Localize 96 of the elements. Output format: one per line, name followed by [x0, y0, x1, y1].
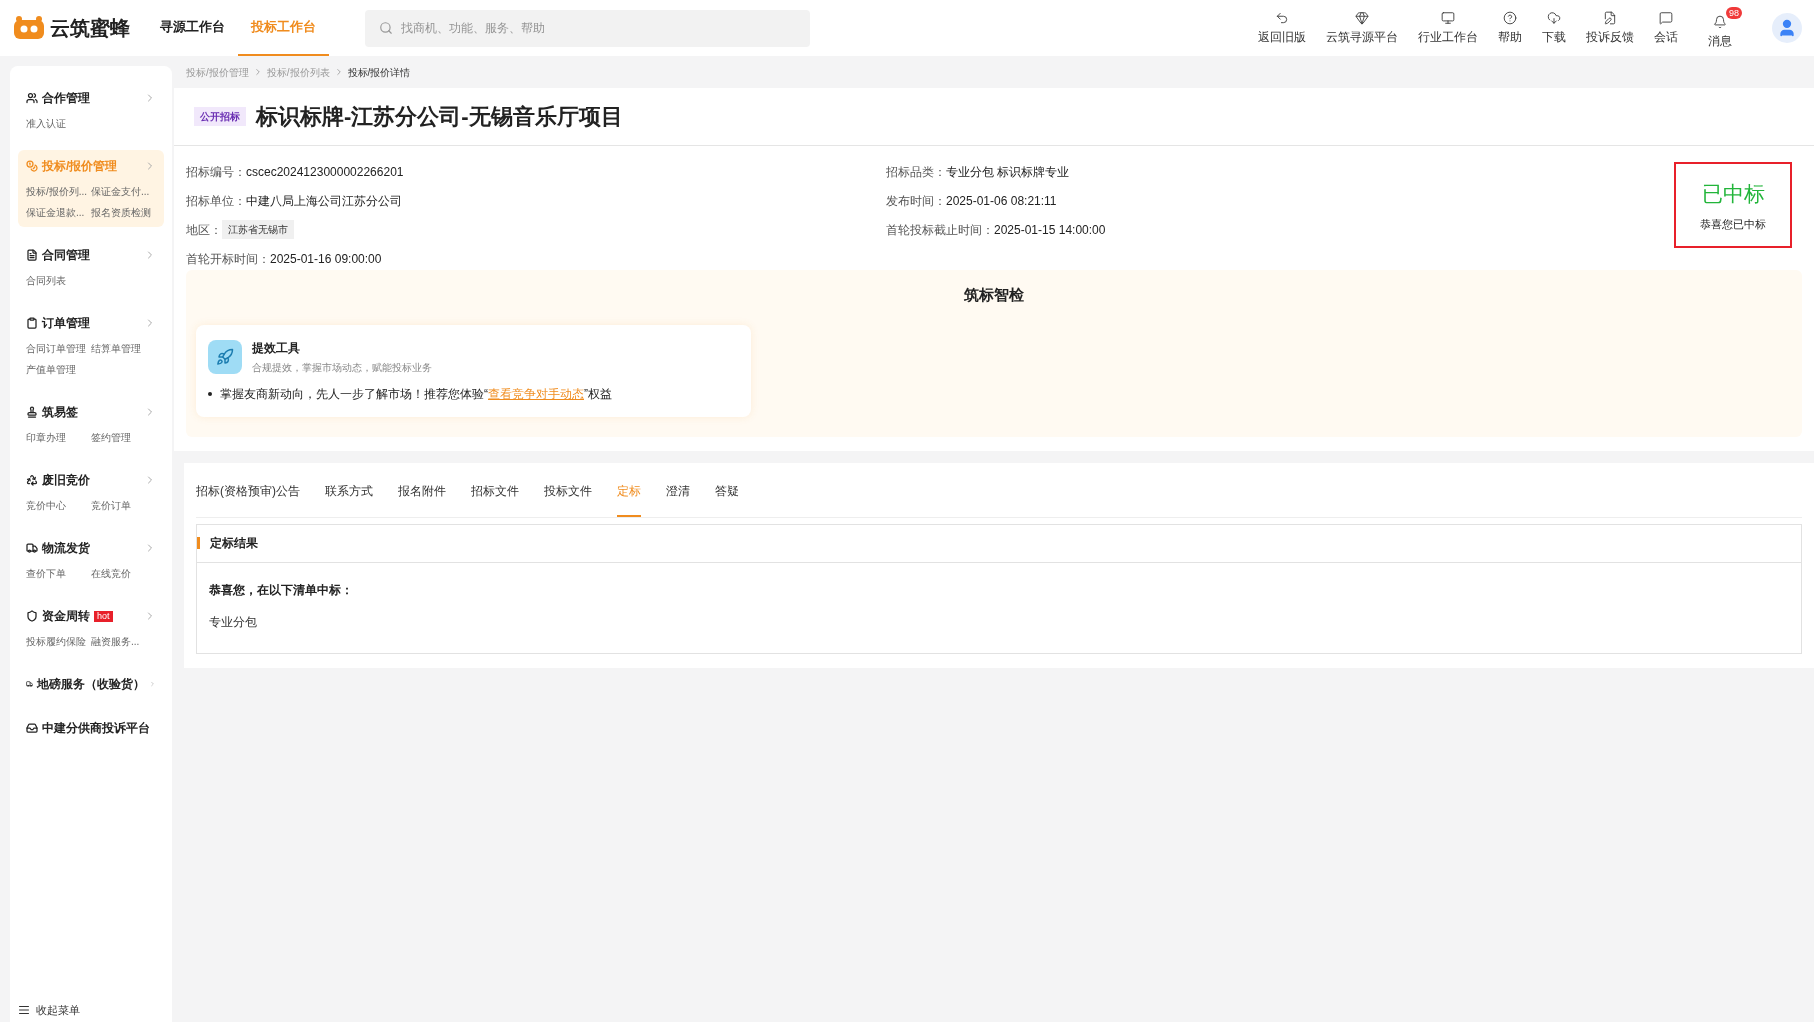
- document-edit-icon: [1603, 10, 1617, 25]
- result-item: 专业分包: [209, 613, 258, 631]
- count-badge: 98: [1726, 6, 1742, 19]
- field-value: cscec2024123000002266201: [246, 163, 404, 181]
- menu-link[interactable]: 印章办理: [26, 430, 91, 445]
- menu-title[interactable]: 废旧竞价: [42, 471, 90, 489]
- search-field[interactable]: 找商机、功能、服务、帮助: [365, 9, 810, 47]
- field-value: 中建八局上海公司江苏分公司: [246, 192, 402, 210]
- menu-link[interactable]: 准入认证: [26, 116, 91, 131]
- menu-link[interactable]: 合同订单管理: [26, 341, 91, 356]
- menu-title[interactable]: 地磅服务（收验货）: [37, 675, 145, 693]
- award-message: 恭喜您已中标: [1700, 216, 1766, 232]
- field-label: 地区：: [186, 221, 222, 239]
- tab[interactable]: 联系方式: [325, 462, 373, 517]
- toolbar-button[interactable]: 帮助: [1498, 10, 1522, 46]
- field-label: 招标品类：: [886, 163, 946, 181]
- check-title: 筑标智检: [963, 285, 1025, 305]
- menu-title[interactable]: 中建分供商投诉平台: [42, 719, 150, 737]
- download-icon: [1547, 10, 1561, 25]
- toolbar-button[interactable]: 下载: [1542, 10, 1566, 46]
- menu-link[interactable]: 竞价订单: [91, 498, 156, 513]
- toolbar-button[interactable]: 云筑寻源平台: [1326, 10, 1398, 46]
- field-label: 首轮开标时间：: [186, 250, 270, 268]
- menu-link[interactable]: 合同列表: [26, 273, 91, 288]
- diamond-icon: [1355, 10, 1369, 25]
- hot-badge: hot: [94, 610, 113, 622]
- menu-link[interactable]: 报名资质检测: [91, 205, 156, 220]
- collapse-menu-link[interactable]: 收起菜单: [36, 1001, 80, 1018]
- nav-tab[interactable]: 寻源工作台: [147, 0, 238, 56]
- menu-link[interactable]: 查价下单: [26, 566, 91, 581]
- menu-title[interactable]: 合同管理: [42, 246, 90, 264]
- stamp-icon: [26, 406, 38, 418]
- tab[interactable]: 招标(资格预审)公告: [196, 462, 300, 517]
- avatar-icon[interactable]: [1772, 13, 1802, 43]
- document-icon: [26, 249, 38, 261]
- coins-icon: [26, 160, 38, 172]
- rocket-icon: [208, 339, 242, 374]
- shield-icon: [26, 610, 38, 622]
- toolbar-button[interactable]: 投诉反馈: [1586, 10, 1634, 46]
- field-value: 专业分包 标识标牌专业: [946, 163, 1070, 181]
- inbox-icon: [26, 722, 38, 734]
- menu-link[interactable]: 投标/报价列...: [26, 184, 91, 199]
- menu-link[interactable]: 在线竞价: [91, 566, 156, 581]
- menu-title[interactable]: 合作管理: [42, 89, 90, 107]
- toolbar-button[interactable]: 返回旧版: [1258, 10, 1306, 46]
- monitor-icon: [1441, 10, 1455, 25]
- field-value: 2025-01-15 14:00:00: [994, 221, 1106, 239]
- tab[interactable]: 投标文件: [544, 462, 592, 517]
- award-status: 已中标: [1701, 181, 1765, 207]
- region-chip: 江苏省无锡市: [222, 220, 294, 239]
- menu-link[interactable]: 签约管理: [91, 430, 156, 445]
- tool-subtitle: 合规提效，掌握市场动态，赋能投标业务: [252, 360, 432, 375]
- field-value: 2025-01-06 08:21:11: [946, 192, 1057, 210]
- truck-icon: [26, 542, 38, 554]
- menu-icon: [18, 1003, 30, 1016]
- recycle-icon: [26, 474, 38, 486]
- breadcrumb-link[interactable]: 投标/报价详情: [347, 64, 411, 80]
- undo-icon: [1275, 10, 1289, 25]
- tab[interactable]: 答疑: [715, 462, 739, 517]
- menu-title[interactable]: 订单管理: [42, 314, 90, 332]
- menu-link[interactable]: 结算单管理: [91, 341, 156, 356]
- people-icon: [26, 92, 38, 104]
- menu-link[interactable]: 投标履约保险: [26, 634, 91, 649]
- field-label: 首轮投标截止时间：: [886, 221, 994, 239]
- tab[interactable]: 澄清: [666, 462, 690, 517]
- clipboard-icon: [26, 317, 38, 329]
- menu-title[interactable]: 资金周转: [42, 607, 90, 625]
- bell-icon: [1713, 14, 1727, 29]
- menu-link[interactable]: 保证金退款...: [26, 205, 91, 220]
- field-label: 招标编号：: [186, 163, 246, 181]
- toolbar-button[interactable]: 会话: [1654, 10, 1678, 46]
- toolbar-button[interactable]: 行业工作台: [1418, 10, 1478, 46]
- menu-link[interactable]: 保证金支付...: [91, 184, 156, 199]
- project-title: 标识标牌-江苏分公司-无锡音乐厅项目: [256, 103, 623, 131]
- tab[interactable]: 报名附件: [398, 462, 446, 517]
- search-icon: [379, 20, 393, 35]
- logo-icon: [12, 15, 46, 41]
- tab[interactable]: 招标文件: [471, 462, 519, 517]
- result-heading: 恭喜您，在以下清单中标：: [209, 581, 354, 599]
- chat-icon: [1659, 10, 1673, 25]
- menu-title[interactable]: 筑易签: [42, 403, 78, 421]
- menu-link[interactable]: 竞价中心: [26, 498, 91, 513]
- field-value: 2025-01-16 09:00:00: [270, 250, 382, 268]
- tool-title: 提效工具: [252, 339, 301, 357]
- logo-text: 云筑蜜蜂: [50, 16, 130, 41]
- menu-link[interactable]: 产值单管理: [26, 362, 91, 377]
- menu-link[interactable]: 融资服务...: [91, 634, 156, 649]
- result-title: 定标结果: [210, 535, 258, 552]
- field-label: 发布时间：: [886, 192, 946, 210]
- toolbar-button[interactable]: 消息 98: [1698, 6, 1742, 50]
- menu-title[interactable]: 物流发货: [42, 539, 90, 557]
- tool-tip: 掌握友商新动向，先人一步了解市场！推荐您体验“查看竞争对手动态”权益: [208, 384, 739, 403]
- field-label: 招标单位：: [186, 192, 246, 210]
- help-icon: [1503, 10, 1517, 25]
- truck-icon: [26, 678, 33, 690]
- tender-type-tag: 公开招标: [194, 107, 246, 126]
